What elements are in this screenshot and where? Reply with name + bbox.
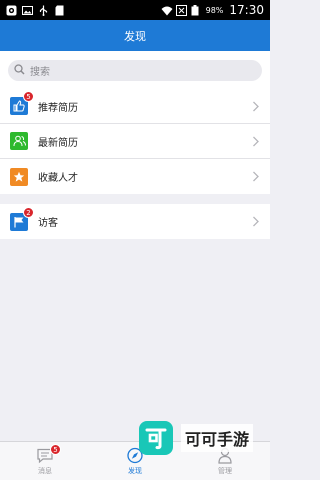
tab-label: 发现 <box>128 467 142 475</box>
list-item-label: 收藏人才 <box>38 173 78 184</box>
list-item-label: 最新简历 <box>38 137 78 149</box>
wifi-icon <box>161 5 173 16</box>
search-placeholder: 搜索 <box>30 67 50 78</box>
list-item-favorite-talent[interactable]: 收藏人才 <box>0 159 270 194</box>
list-item-recommended-resumes[interactable]: 5 推荐简历 <box>0 89 270 124</box>
flag-icon: 2 <box>10 206 34 231</box>
signal-x-icon <box>175 4 187 16</box>
clock: 17:30 <box>229 3 264 17</box>
tab-label: 管理 <box>218 467 232 475</box>
discover-list-visitors: 2 访客 <box>0 204 270 239</box>
tab-messages[interactable]: 5 消息 <box>0 442 90 480</box>
search-icon <box>14 63 25 78</box>
battery-percent: 98% <box>205 5 224 15</box>
notification-icon <box>6 5 17 16</box>
list-item-label: 推荐简历 <box>38 102 78 114</box>
usb-icon <box>38 5 49 16</box>
thumbs-up-icon: 5 <box>10 91 34 115</box>
chevron-right-icon <box>253 171 259 182</box>
chevron-right-icon <box>253 136 259 147</box>
search-area: 搜索 <box>0 51 270 89</box>
page-title: 发现 <box>124 29 146 43</box>
discover-list-main: 5 推荐简历 最新简历 收藏人才 <box>0 89 270 194</box>
battery-icon <box>191 4 202 16</box>
sd-card-icon <box>54 5 65 16</box>
list-item-visitors[interactable]: 2 访客 <box>0 204 270 239</box>
message-icon: 5 <box>36 444 61 464</box>
chevron-right-icon <box>253 216 259 227</box>
watermark: 可可手游 <box>139 418 254 458</box>
search-input[interactable]: 搜索 <box>8 60 262 81</box>
notification-badge: 5 <box>23 91 34 102</box>
header-bar: 发现 <box>0 20 270 51</box>
list-item-label: 访客 <box>38 218 58 229</box>
image-icon <box>22 5 33 16</box>
people-icon <box>10 132 28 150</box>
watermark-logo <box>139 421 173 455</box>
star-icon <box>10 167 28 186</box>
notification-badge: 2 <box>23 206 34 218</box>
tab-label: 消息 <box>38 467 52 475</box>
notification-badge: 5 <box>50 444 61 455</box>
watermark-text: 可可手游 <box>181 424 254 452</box>
watermark-logo-mark <box>145 428 167 450</box>
status-bar: 98% 17:30 <box>0 0 270 20</box>
list-item-latest-resumes[interactable]: 最新简历 <box>0 124 270 159</box>
chevron-right-icon <box>253 101 259 112</box>
